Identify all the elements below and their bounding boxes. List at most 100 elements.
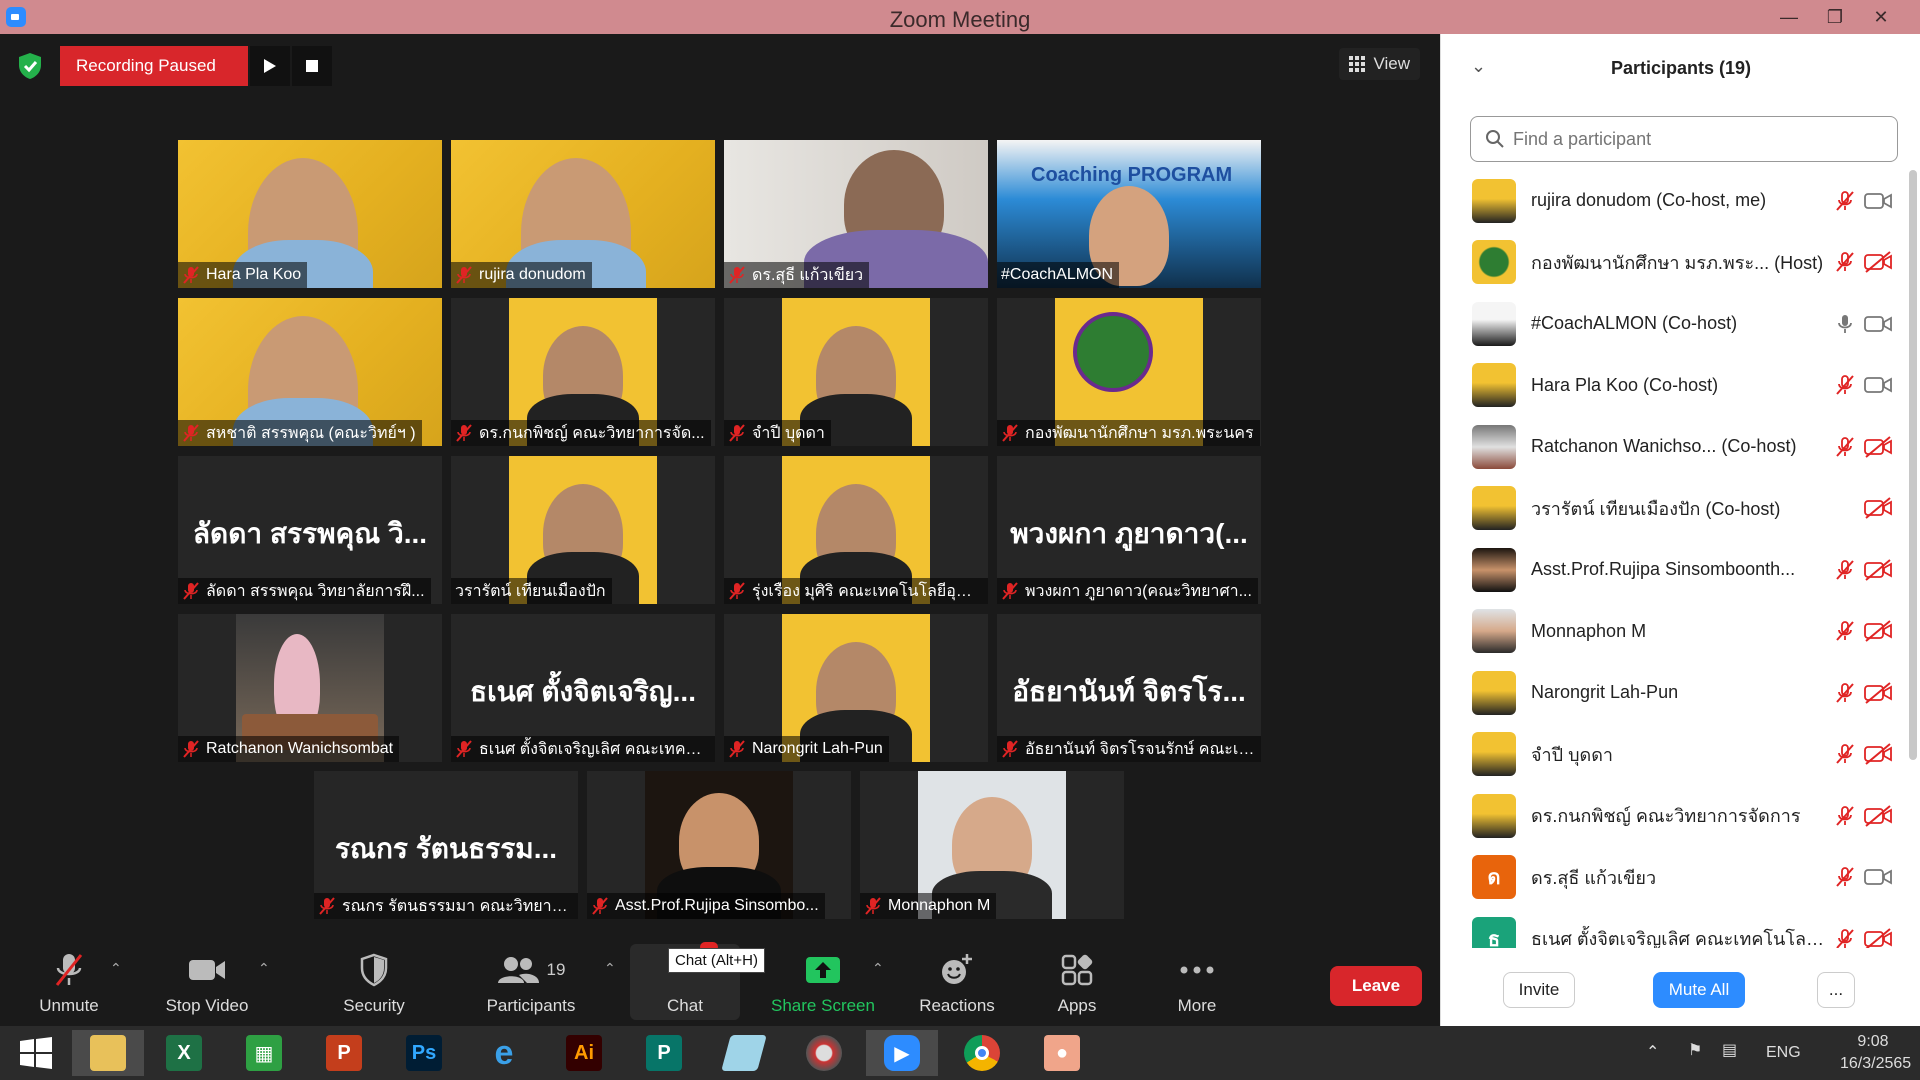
video-tile[interactable]: ธเนศ ตั้งจิตเจริญ... ธเนศ ตั้งจิตเจริญเลิ… [451, 614, 715, 762]
taskbar-start-icon[interactable] [0, 1030, 72, 1076]
video-camera-off-icon[interactable] [1863, 619, 1893, 643]
taskbar-photoscape-icon[interactable] [788, 1030, 860, 1076]
taskbar-illustrator-icon[interactable]: Ai [548, 1030, 620, 1076]
video-tile[interactable]: Narongrit Lah-Pun [724, 614, 988, 762]
invite-button[interactable]: Invite [1503, 972, 1575, 1008]
video-tile[interactable]: อัธยานันท์ จิตรโร... อัธยานันท์ จิตรโรจนร… [997, 614, 1261, 762]
more-button[interactable]: More [1142, 950, 1252, 1016]
search-input[interactable] [1513, 128, 1873, 150]
microphone-muted-icon[interactable] [1833, 681, 1857, 705]
video-camera-icon[interactable] [1863, 189, 1893, 213]
participant-list-scrollbar[interactable] [1907, 170, 1917, 948]
taskbar-file-explorer-icon[interactable] [72, 1030, 144, 1076]
video-tile[interactable]: Asst.Prof.Rujipa Sinsombo... [587, 771, 851, 919]
taskbar-internet-explorer-icon[interactable]: e [468, 1030, 540, 1076]
video-camera-off-icon[interactable] [1863, 681, 1893, 705]
participants-button[interactable]: 19 Participants [476, 950, 586, 1016]
video-camera-off-icon[interactable] [1863, 558, 1893, 582]
microphone-muted-icon[interactable] [1833, 742, 1857, 766]
participant-row[interactable]: rujira donudom (Co-host, me) [1441, 170, 1907, 232]
video-tile[interactable]: Hara Pla Koo [178, 140, 442, 288]
video-camera-icon[interactable] [1863, 373, 1893, 397]
reactions-button[interactable]: Reactions [902, 950, 1012, 1016]
video-tile[interactable]: รณกร รัตนธรรม... รณกร รัตนธรรมมา คณะวิทยา… [314, 771, 578, 919]
participant-row[interactable]: #CoachALMON (Co-host) [1441, 293, 1907, 355]
participant-row[interactable]: Ratchanon Wanichso... (Co-host) [1441, 416, 1907, 478]
video-tile[interactable]: รุ่งเรือง มุศิริ คณะเทคโนโลยีอุตส... [724, 456, 988, 604]
security-button[interactable]: Security [319, 950, 429, 1016]
video-tile[interactable]: กองพัฒนานักศึกษา มรภ.พระนคร [997, 298, 1261, 446]
video-camera-icon[interactable] [1863, 865, 1893, 889]
flag-icon[interactable]: ⚑ [1688, 1040, 1702, 1060]
taskbar-project-green-icon[interactable]: ▦ [228, 1030, 300, 1076]
restore-button[interactable]: ❐ [1812, 0, 1858, 34]
taskbar-chrome-icon[interactable] [946, 1030, 1018, 1076]
microphone-muted-icon[interactable] [1833, 927, 1857, 948]
leave-button[interactable]: Leave [1330, 966, 1422, 1006]
video-camera-off-icon[interactable] [1863, 496, 1893, 520]
taskbar-publisher-icon[interactable]: P [628, 1030, 700, 1076]
taskbar-powerpoint-icon[interactable]: P [308, 1030, 380, 1076]
participant-row[interactable]: Monnaphon M [1441, 601, 1907, 663]
video-camera-off-icon[interactable] [1863, 804, 1893, 828]
taskbar-photos-icon[interactable]: ● [1026, 1030, 1098, 1076]
video-tile[interactable]: ลัดดา สรรพคุณ วิ... ลัดดา สรรพคุณ วิทยาลั… [178, 456, 442, 604]
participant-row[interactable]: วรารัตน์ เทียนเมืองปัก (Co-host) [1441, 478, 1907, 540]
video-tile[interactable]: สหชาติ สรรพคุณ (คณะวิทย์ฯ ) [178, 298, 442, 446]
mute-all-button[interactable]: Mute All [1653, 972, 1745, 1008]
participant-row[interactable]: Narongrit Lah-Pun [1441, 662, 1907, 724]
video-camera-off-icon[interactable] [1863, 742, 1893, 766]
taskbar-excel-icon[interactable]: X [148, 1030, 220, 1076]
stop-recording-button[interactable] [292, 46, 332, 86]
unmute-button[interactable]: Unmute [14, 950, 124, 1016]
encryption-shield-icon[interactable] [14, 50, 46, 82]
participant-row[interactable]: ด ดร.สุธี แก้วเขียว [1441, 847, 1907, 909]
video-tile[interactable]: ดร.สุธี แก้วเขียว [724, 140, 988, 288]
language-indicator[interactable]: ENG [1766, 1044, 1801, 1062]
participant-row[interactable]: Asst.Prof.Rujipa Sinsomboonth... [1441, 539, 1907, 601]
tray-expand-icon[interactable]: ⌃ [1646, 1042, 1659, 1062]
video-camera-off-icon[interactable] [1863, 435, 1893, 459]
view-button[interactable]: View [1339, 48, 1420, 80]
taskbar-photoshop-icon[interactable]: Ps [388, 1030, 460, 1076]
video-tile[interactable]: Monnaphon M [860, 771, 1124, 919]
taskbar-notepad-icon[interactable] [708, 1030, 780, 1076]
video-camera-off-icon[interactable] [1863, 250, 1893, 274]
microphone-muted-icon[interactable] [1833, 435, 1857, 459]
participant-row[interactable]: กองพัฒนานักศึกษา มรภ.พระ... (Host) [1441, 232, 1907, 294]
close-button[interactable]: ✕ [1858, 0, 1904, 34]
microphone-muted-icon[interactable] [1833, 804, 1857, 828]
participant-row[interactable]: ธ ธเนศ ตั้งจิตเจริญเลิศ คณะเทคโนโลยีอุ... [1441, 908, 1907, 948]
video-tile[interactable]: จำปี บุดดา [724, 298, 988, 446]
share-screen-button[interactable]: Share Screen [768, 950, 878, 1016]
microphone-icon[interactable] [1833, 312, 1857, 336]
taskbar-zoom-icon[interactable]: ▶ [866, 1030, 938, 1076]
video-camera-icon[interactable] [1863, 312, 1893, 336]
microphone-muted-icon[interactable] [1833, 189, 1857, 213]
video-options-caret[interactable]: ⌃ [258, 960, 270, 977]
minimize-button[interactable]: — [1766, 0, 1812, 34]
video-camera-off-icon[interactable] [1863, 927, 1893, 948]
resume-recording-button[interactable] [250, 46, 290, 86]
participant-row[interactable]: จำปี บุดดา [1441, 724, 1907, 786]
microphone-muted-icon[interactable] [1833, 250, 1857, 274]
panel-more-button[interactable]: ... [1817, 972, 1855, 1008]
microphone-muted-icon[interactable] [1833, 619, 1857, 643]
microphone-muted-icon[interactable] [1833, 865, 1857, 889]
apps-button[interactable]: Apps [1022, 950, 1132, 1016]
clock[interactable]: 9:08 16/3/2565 [1840, 1033, 1911, 1073]
network-icon[interactable]: ▤ [1722, 1040, 1737, 1060]
video-tile[interactable]: พวงผกา ภูยาดาว(... พวงผกา ภูยาดาว(คณะวิทย… [997, 456, 1261, 604]
video-tile[interactable]: Ratchanon Wanichsombat [178, 614, 442, 762]
video-tile[interactable]: rujira donudom [451, 140, 715, 288]
microphone-muted-icon[interactable] [1833, 558, 1857, 582]
stop-video-button[interactable]: Stop Video [152, 950, 262, 1016]
video-tile[interactable]: ดร.กนกพิชญ์ คณะวิทยาการจัด... [451, 298, 715, 446]
share-options-caret[interactable]: ⌃ [872, 960, 884, 977]
participant-row[interactable]: ดร.กนกพิชญ์ คณะวิทยาการจัดการ [1441, 785, 1907, 847]
participants-options-caret[interactable]: ⌃ [604, 960, 616, 977]
video-tile[interactable]: วรารัตน์ เทียนเมืองปัก [451, 456, 715, 604]
microphone-muted-icon[interactable] [1833, 373, 1857, 397]
video-tile[interactable]: Coaching PROGRAM #CoachALMON [997, 140, 1261, 288]
participant-search[interactable] [1470, 116, 1898, 162]
